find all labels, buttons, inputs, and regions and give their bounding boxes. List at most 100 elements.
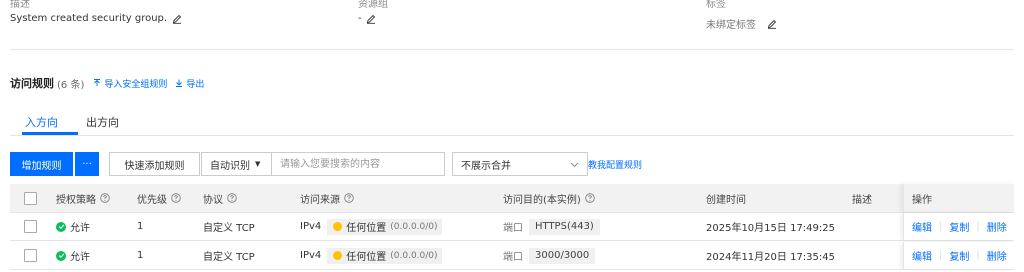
port-label: 端口 bbox=[503, 252, 523, 263]
policy-cell: 允许 bbox=[56, 242, 90, 269]
header-protocol-label: 协议 bbox=[203, 194, 223, 206]
source-tag: 任何位置 (0.0.0.0/0) bbox=[327, 247, 442, 264]
header-created: 创建时间 bbox=[706, 194, 746, 206]
protocol-cell: 自定义 TCP bbox=[203, 252, 255, 263]
export-rules-link[interactable]: 导出 bbox=[175, 77, 204, 90]
copy-button[interactable]: 复制 bbox=[949, 248, 969, 263]
tags-label: 标签 bbox=[706, 0, 726, 10]
upload-icon bbox=[94, 79, 101, 86]
search-input[interactable] bbox=[272, 153, 444, 175]
resource-group-value: - bbox=[358, 13, 377, 24]
separator: | bbox=[939, 221, 943, 232]
header-protocol: 协议 bbox=[203, 184, 237, 212]
policy-text: 允许 bbox=[70, 252, 90, 263]
source-cell: IPv4 任何位置 (0.0.0.0/0) bbox=[300, 242, 442, 269]
select-all-checkbox[interactable] bbox=[24, 191, 37, 205]
tags-value: 未绑定标签 bbox=[706, 16, 777, 31]
edit-tags-icon[interactable] bbox=[766, 18, 777, 29]
help-icon[interactable] bbox=[171, 193, 181, 203]
actions-cell: 编辑 | 复制 | 删除 bbox=[903, 242, 1014, 269]
priority-cell: 1 bbox=[137, 250, 144, 261]
ip-version: IPv4 bbox=[300, 221, 322, 232]
rules-count: (6 条) bbox=[57, 79, 85, 91]
row-checkbox[interactable] bbox=[24, 220, 37, 233]
edit-button[interactable]: 编辑 bbox=[912, 248, 932, 263]
help-icon[interactable] bbox=[100, 193, 110, 203]
quick-add-rule-button[interactable]: 快速添加规则 bbox=[109, 152, 200, 176]
import-rules-link[interactable]: 导入安全组规则 bbox=[93, 77, 167, 90]
table-row: 允许 1 自定义 TCP IPv4 任何位置 (0.0.0.0/0) 端口 30… bbox=[10, 242, 1014, 270]
row-checkbox[interactable] bbox=[24, 249, 37, 262]
help-icon[interactable] bbox=[227, 193, 237, 203]
merge-option-label: 不展示合并 bbox=[461, 160, 511, 172]
delete-button[interactable]: 删除 bbox=[987, 219, 1007, 234]
separator: | bbox=[976, 221, 980, 232]
source-dot-icon bbox=[333, 251, 343, 260]
merge-display-select[interactable]: 不展示合并 bbox=[452, 152, 588, 176]
header-destination-label: 访问目的(本实例) bbox=[503, 194, 581, 206]
edit-description-icon[interactable] bbox=[171, 13, 182, 24]
chevron-down-icon bbox=[570, 162, 579, 167]
tab-inbound[interactable]: 入方向 bbox=[25, 114, 58, 130]
search-box: 自动识别 ▼ bbox=[201, 152, 445, 176]
edit-resource-group-icon[interactable] bbox=[366, 13, 377, 24]
port-tag: 3000/3000 bbox=[529, 247, 596, 264]
header-description: 描述 bbox=[852, 194, 872, 206]
header-priority-label: 优先级 bbox=[137, 194, 167, 206]
description-label: 描述 bbox=[10, 0, 30, 10]
source-dot-icon bbox=[333, 222, 343, 231]
actions-cell: 编辑 | 复制 | 删除 bbox=[903, 213, 1014, 240]
ip-version: IPv4 bbox=[300, 250, 322, 261]
header-actions: 操作 bbox=[912, 194, 932, 206]
add-rule-button[interactable]: 增加规则 bbox=[10, 152, 73, 176]
table-header: 授权策略 优先级 协议 访问来源 访问目的(本实例) 创建时间 描述 操作 bbox=[10, 184, 1014, 213]
destination-cell: 端口 HTTPS(443) bbox=[503, 213, 600, 240]
separator: | bbox=[976, 250, 980, 261]
rules-title: 访问规则 bbox=[10, 77, 54, 90]
header-source-label: 访问来源 bbox=[300, 194, 340, 206]
header-destination: 访问目的(本实例) bbox=[503, 184, 595, 212]
rule-config-help-link[interactable]: 教我配置规则 bbox=[588, 158, 642, 171]
rules-header: 访问规则 (6 条) 导入安全组规则 导出 bbox=[10, 75, 204, 91]
more-actions-button[interactable]: ··· bbox=[75, 152, 99, 176]
protocol-cell: 自定义 TCP bbox=[203, 223, 255, 234]
priority-cell: 1 bbox=[137, 221, 144, 232]
resource-group-label: 资源组 bbox=[358, 0, 388, 10]
source-cell: IPv4 任何位置 (0.0.0.0/0) bbox=[300, 213, 442, 240]
source-tag: 任何位置 (0.0.0.0/0) bbox=[327, 218, 442, 235]
header-actions-col: 操作 bbox=[903, 184, 1014, 212]
export-rules-label: 导出 bbox=[186, 79, 205, 90]
security-group-info: 描述 System created security group. 资源组 - … bbox=[10, 0, 1014, 50]
import-rules-label: 导入安全组规则 bbox=[104, 79, 168, 90]
created-cell: 2025年10月15日 17:49:25 bbox=[706, 223, 835, 234]
source-name: 任何位置 bbox=[346, 223, 387, 234]
description-value: System created security group. bbox=[10, 13, 182, 24]
header-policy-label: 授权策略 bbox=[56, 194, 96, 206]
active-tab-indicator bbox=[22, 132, 78, 135]
help-icon[interactable] bbox=[585, 193, 595, 203]
download-icon bbox=[176, 79, 183, 87]
port-tag: HTTPS(443) bbox=[529, 218, 600, 235]
search-mode-select[interactable]: 自动识别 ▼ bbox=[202, 153, 272, 175]
direction-tabs: 入方向 出方向 bbox=[10, 108, 1014, 136]
header-source: 访问来源 bbox=[300, 184, 354, 212]
header-policy: 授权策略 bbox=[56, 184, 110, 212]
policy-text: 允许 bbox=[70, 223, 90, 234]
source-cidr: (0.0.0.0/0) bbox=[390, 250, 438, 261]
copy-button[interactable]: 复制 bbox=[949, 219, 969, 234]
created-cell: 2024年11月20日 17:35:45 bbox=[706, 252, 835, 263]
resource-group-text: - bbox=[358, 13, 362, 24]
caret-down-icon: ▼ bbox=[255, 160, 261, 168]
separator: | bbox=[939, 250, 943, 261]
tab-outbound[interactable]: 出方向 bbox=[86, 114, 119, 130]
edit-button[interactable]: 编辑 bbox=[912, 219, 932, 234]
help-icon[interactable] bbox=[344, 193, 354, 203]
check-circle-icon bbox=[56, 250, 66, 261]
header-priority: 优先级 bbox=[137, 184, 181, 212]
port-label: 端口 bbox=[503, 223, 523, 234]
description-text: System created security group. bbox=[10, 13, 168, 24]
source-cidr: (0.0.0.0/0) bbox=[390, 221, 438, 232]
delete-button[interactable]: 删除 bbox=[987, 248, 1007, 263]
source-name: 任何位置 bbox=[346, 252, 387, 263]
tags-text: 未绑定标签 bbox=[706, 20, 756, 31]
